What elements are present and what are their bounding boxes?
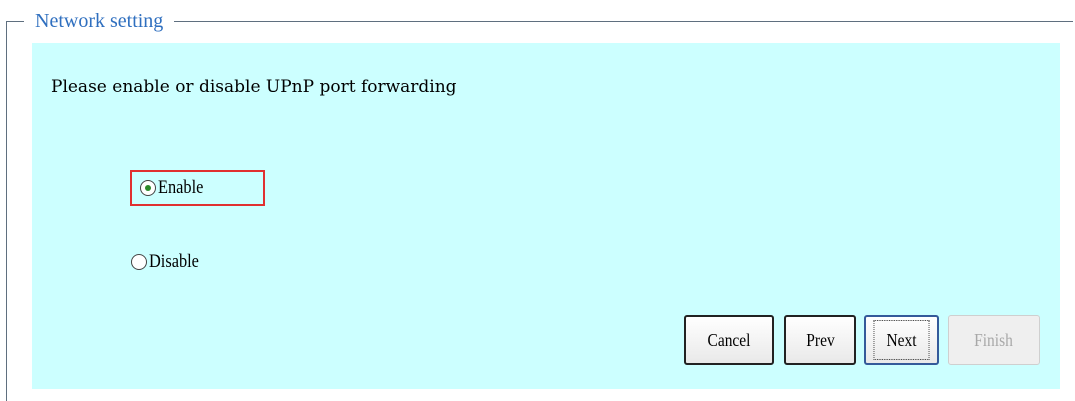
fieldset-border-left	[6, 21, 7, 401]
next-button[interactable]: Next	[864, 315, 939, 365]
enable-radio[interactable]	[140, 180, 156, 196]
radio-selected-dot	[145, 185, 151, 191]
enable-option[interactable]: Enable	[130, 170, 265, 206]
prev-button[interactable]: Prev	[784, 315, 856, 365]
disable-option[interactable]: Disable	[130, 248, 207, 276]
prev-button-label: Prev	[805, 329, 835, 350]
instruction-text: Please enable or disable UPnP port forwa…	[51, 77, 457, 97]
next-button-label: Next	[886, 329, 917, 350]
cancel-button-label: Cancel	[707, 329, 751, 350]
disable-label[interactable]: Disable	[149, 251, 199, 273]
disable-radio[interactable]	[131, 254, 147, 270]
cancel-button[interactable]: Cancel	[684, 315, 774, 365]
finish-button: Finish	[948, 315, 1040, 365]
upnp-settings-panel: Please enable or disable UPnP port forwa…	[32, 43, 1060, 389]
finish-button-label: Finish	[974, 329, 1014, 350]
fieldset-legend: Network setting	[24, 10, 175, 32]
enable-label[interactable]: Enable	[158, 177, 203, 199]
